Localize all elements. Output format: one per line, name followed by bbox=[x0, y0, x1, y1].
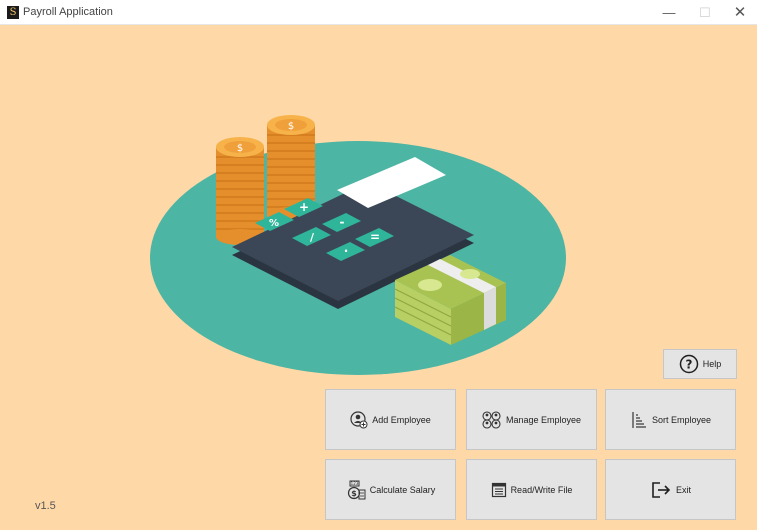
calculate-salary-label: Calculate Salary bbox=[369, 484, 436, 495]
app-icon: S bbox=[7, 6, 19, 19]
main-panel: $ $ + % - / = · ? Help Add Employee Mana… bbox=[0, 25, 757, 530]
sort-employee-label: Sort Employee bbox=[651, 414, 712, 425]
window-title: Payroll Application bbox=[23, 6, 113, 18]
manage-users-icon bbox=[482, 410, 501, 429]
svg-text:·: · bbox=[344, 244, 349, 258]
close-button[interactable]: ✕ bbox=[723, 0, 757, 25]
money-calculate-icon: 123 $ bbox=[347, 480, 366, 499]
read-write-file-button[interactable]: Read/Write File bbox=[466, 459, 597, 520]
title-bar: S Payroll Application — ☐ ✕ bbox=[0, 0, 757, 25]
help-button[interactable]: ? Help bbox=[663, 349, 737, 379]
svg-text:?: ? bbox=[685, 358, 692, 372]
svg-text:123: 123 bbox=[350, 481, 358, 486]
exit-label: Exit bbox=[675, 484, 691, 495]
calculate-salary-button[interactable]: 123 $ Calculate Salary bbox=[325, 459, 456, 520]
add-employee-label: Add Employee bbox=[372, 414, 431, 425]
svg-text:$: $ bbox=[351, 489, 357, 498]
payroll-illustration: $ $ + % - / = · bbox=[150, 115, 566, 375]
minimize-button[interactable]: — bbox=[652, 0, 686, 25]
read-write-file-label: Read/Write File bbox=[510, 484, 573, 495]
manage-employee-label: Manage Employee bbox=[505, 414, 582, 425]
sort-employee-button[interactable]: Sort Employee bbox=[605, 389, 736, 450]
exit-button[interactable]: Exit bbox=[605, 459, 736, 520]
version-label: v1.5 bbox=[35, 500, 56, 512]
help-label: Help bbox=[702, 359, 722, 369]
add-user-icon bbox=[350, 410, 368, 428]
svg-text:=: = bbox=[370, 230, 380, 244]
svg-text:$: $ bbox=[237, 143, 243, 154]
manage-employee-button[interactable]: Manage Employee bbox=[466, 389, 597, 450]
sort-icon bbox=[632, 411, 646, 428]
coin-stack-left: $ bbox=[216, 137, 264, 245]
svg-text:$: $ bbox=[288, 121, 294, 132]
exit-icon bbox=[652, 481, 671, 498]
svg-text:%: % bbox=[269, 218, 279, 229]
file-icon bbox=[491, 482, 506, 497]
svg-text:+: + bbox=[299, 200, 309, 214]
add-employee-button[interactable]: Add Employee bbox=[325, 389, 456, 450]
svg-text:-: - bbox=[340, 215, 345, 229]
maximize-button[interactable]: ☐ bbox=[688, 0, 722, 25]
question-circle-icon: ? bbox=[679, 354, 698, 374]
